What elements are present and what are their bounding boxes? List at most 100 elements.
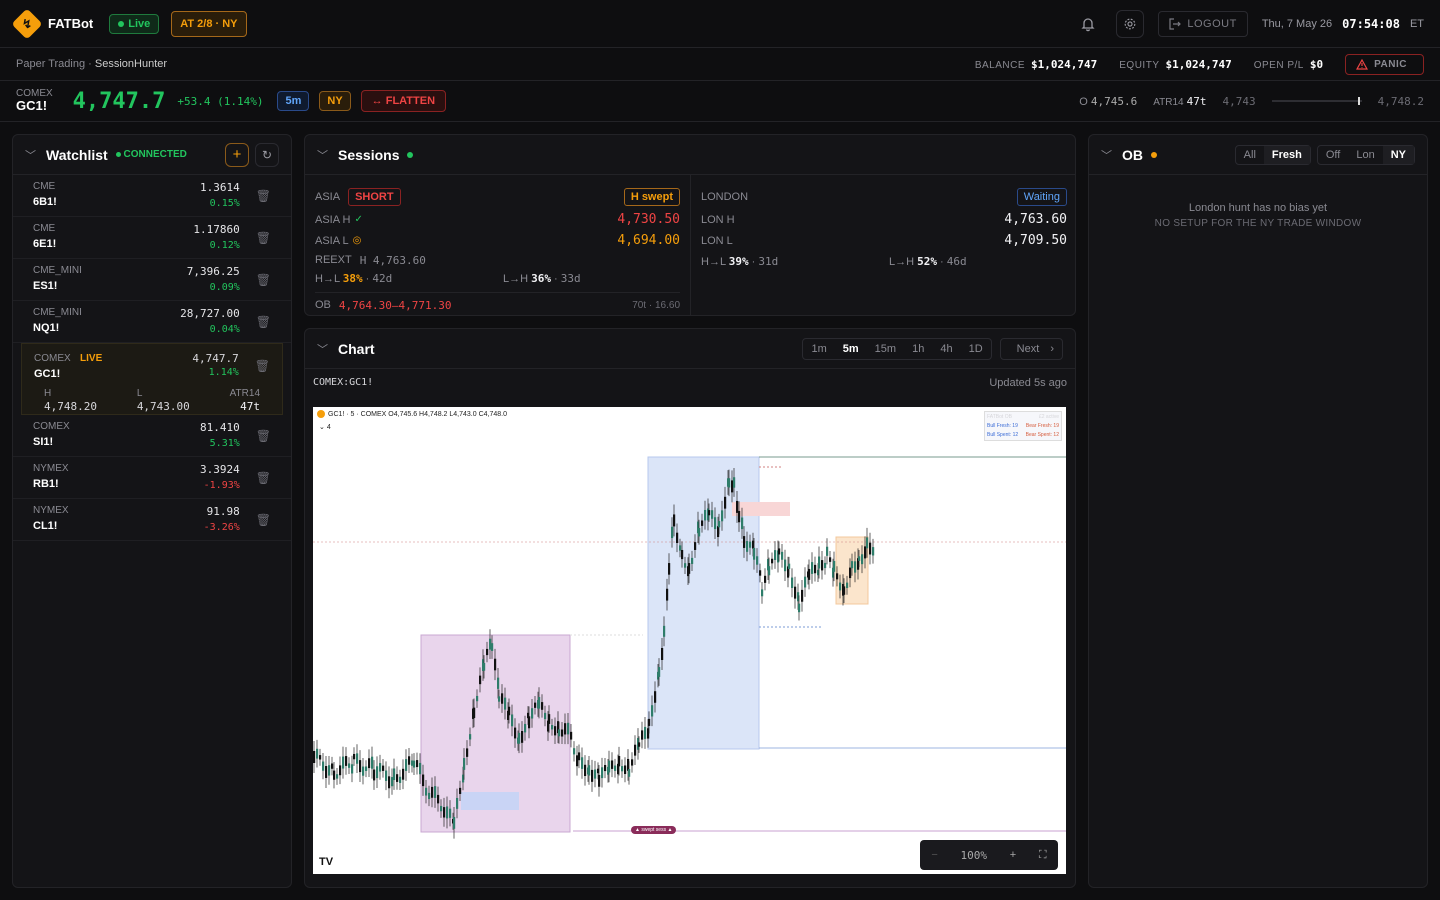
zoom-in-button[interactable]: +	[1010, 849, 1016, 861]
item-change: 0.15%	[209, 197, 240, 209]
ob-empty-state: London hunt has no bias yet NO SETUP FOR…	[1154, 202, 1362, 229]
item-symbol: SI1!	[33, 435, 54, 448]
chart-header: ﹀ Chart 1m 5m 15m 1h 4h 1D Next ›	[305, 329, 1075, 369]
trash-icon[interactable]: 🗑	[256, 315, 271, 329]
connection-status: CONNECTED	[115, 149, 187, 160]
chevron-down-icon[interactable]: ﹀	[317, 341, 328, 357]
ob-filter-fresh[interactable]: Fresh	[1263, 145, 1310, 164]
check-icon: ✓	[354, 214, 363, 225]
chart-title: Chart	[338, 340, 375, 357]
item-price: 1.3614	[200, 180, 240, 194]
equity-stat: EQUITY $1,024,747	[1119, 57, 1232, 71]
swept-marker: ▲ swept sess ▲	[631, 826, 677, 834]
chart-legend-sub: ⌄ 4	[319, 424, 331, 431]
sessions-title: Sessions	[338, 146, 400, 163]
item-change: -3.26%	[203, 521, 240, 533]
tab-tf-5m[interactable]: 5m	[835, 339, 867, 359]
range-low: 4,743	[1222, 94, 1256, 108]
ob-filter-ny[interactable]: NY	[1382, 145, 1414, 164]
watchlist-item[interactable]: CME 6E1! 1.17860 0.12% 🗑	[13, 217, 291, 259]
ticker-change: +53.4 (1.14%)	[177, 94, 264, 108]
item-price: 7,396.25	[186, 264, 240, 278]
tradingview-logo-icon: TV	[319, 856, 334, 868]
atr-value: ATR14 47t	[1153, 94, 1207, 108]
live-badge: Live	[109, 13, 160, 34]
trading-mode: Paper Trading	[16, 58, 86, 70]
item-symbol: 6B1!	[33, 195, 57, 208]
asia-status-badge: H swept	[623, 188, 680, 206]
item-symbol: NQ1!	[33, 321, 60, 334]
refresh-icon[interactable]: ↻	[255, 142, 279, 167]
tab-tf-1m[interactable]: 1m	[803, 339, 834, 359]
trash-icon[interactable]: 🗑	[256, 429, 271, 443]
ob-title: OB	[1122, 146, 1143, 163]
item-price: 81.410	[200, 420, 240, 434]
trash-icon[interactable]: 🗑	[255, 359, 270, 373]
watchlist-list-2: COMEX SI1! 81.410 5.31% 🗑 NYMEX RB1! 3.3924 -…	[13, 415, 291, 541]
ob-zone-bear	[732, 502, 790, 516]
bell-icon[interactable]	[1074, 10, 1102, 38]
ob-zone-bull	[461, 792, 519, 810]
chevron-down-icon[interactable]: ﹀	[1101, 147, 1112, 163]
item-symbol: RB1!	[33, 477, 59, 490]
watchlist-list: CME 6B1! 1.3614 0.15% 🗑 CME 6E1! 1.17860 0.12…	[13, 175, 291, 343]
item-exchange: CME	[33, 181, 56, 193]
fullscreen-icon[interactable]: ⛶	[1039, 849, 1047, 862]
watchlist-item[interactable]: CME 6B1! 1.3614 0.15% 🗑	[13, 175, 291, 217]
watchlist-title: Watchlist	[46, 146, 108, 163]
flatten-button[interactable]: ↔ FLATTEN	[360, 90, 447, 112]
watchlist-item[interactable]: COMEX SI1! 81.410 5.31% 🗑	[13, 415, 291, 457]
chevron-down-icon[interactable]: ﹀	[25, 147, 36, 163]
watchlist-item[interactable]: CME_MINI ES1! 7,396.25 0.09% 🗑	[13, 259, 291, 301]
chart-legend: GC1! · 5 · COMEX O4,745.6 H4,748.2 L4,74…	[317, 410, 507, 418]
item-exchange: COMEX	[33, 421, 70, 433]
ob-filter-off[interactable]: Off	[1318, 146, 1348, 164]
item-exchange: CME_MINI	[33, 265, 82, 277]
watchlist-item[interactable]: CME_MINI NQ1! 28,727.00 0.04% 🗑	[13, 301, 291, 343]
sessions-header: ﹀ Sessions	[305, 135, 1075, 175]
session-tag-button[interactable]: AT 2/8 · NY	[171, 10, 247, 37]
item-change: 0.04%	[209, 323, 240, 335]
session-badge[interactable]: NY	[319, 91, 351, 111]
tab-tf-4h[interactable]: 4h	[932, 339, 960, 359]
ob-filter-all[interactable]: All	[1236, 146, 1264, 164]
ob-filter-session: Off Lon NY	[1316, 144, 1415, 165]
logout-button[interactable]: LOGOUT	[1158, 10, 1248, 37]
ob-filter-freshness: All Fresh	[1234, 144, 1311, 165]
item-exchange: CME	[33, 223, 56, 235]
fatbot-logo-icon: ↯	[11, 7, 43, 40]
tab-tf-15m[interactable]: 15m	[867, 339, 904, 359]
tab-tf-1d[interactable]: 1D	[961, 339, 991, 359]
zoom-controls: − 100% + ⛶	[920, 840, 1058, 870]
item-change: 5.31%	[209, 437, 240, 449]
timeframe-selector: 1m 5m 15m 1h 4h 1D	[802, 337, 992, 360]
ob-filter-lon[interactable]: Lon	[1348, 146, 1382, 164]
asia-session: ASIA SHORT H swept ASIA H ✓ 4,730.50 ASIA …	[305, 175, 691, 315]
timeframe-badge[interactable]: 5m	[277, 91, 310, 111]
tab-tf-1h[interactable]: 1h	[904, 339, 932, 359]
item-exchange: NYMEX	[33, 463, 69, 475]
item-price: 3.3924	[200, 462, 240, 476]
balance-stat: BALANCE $1,024,747	[974, 57, 1098, 71]
price-chart[interactable]: GC1! · 5 · COMEX O4,745.6 H4,748.2 L4,74…	[313, 407, 1066, 874]
target-icon: ◎	[352, 235, 362, 246]
open-value: O 4,745.6	[1079, 94, 1138, 108]
trash-icon[interactable]: 🗑	[256, 471, 271, 485]
settings-gear-icon[interactable]	[1116, 9, 1145, 38]
range-bar	[1271, 97, 1362, 105]
add-symbol-button[interactable]: +	[225, 142, 249, 167]
trash-icon[interactable]: 🗑	[256, 273, 271, 287]
item-exchange: CME_MINI	[33, 307, 82, 319]
next-button[interactable]: Next ›	[999, 337, 1063, 360]
trash-icon[interactable]: 🗑	[256, 513, 271, 527]
watchlist-item[interactable]: NYMEX RB1! 3.3924 -1.93% 🗑	[13, 457, 291, 499]
panic-button[interactable]: PANIC	[1345, 53, 1424, 75]
trash-icon[interactable]: 🗑	[256, 231, 271, 245]
trash-icon[interactable]: 🗑	[256, 189, 271, 203]
ob-panel: ﹀ OB All Fresh Off Lon NY London hunt has n…	[1088, 134, 1428, 888]
chevron-down-icon[interactable]: ﹀	[317, 147, 328, 163]
watchlist-item[interactable]: NYMEX CL1! 91.98 -3.26% 🗑	[13, 499, 291, 541]
ticker-price: 4,747.7	[72, 88, 166, 114]
zoom-out-button[interactable]: −	[931, 849, 937, 861]
watchlist-item-active[interactable]: COMEX LIVE GC1! 4,747.7 1.14% 🗑 H 4,748.2…	[21, 343, 283, 415]
